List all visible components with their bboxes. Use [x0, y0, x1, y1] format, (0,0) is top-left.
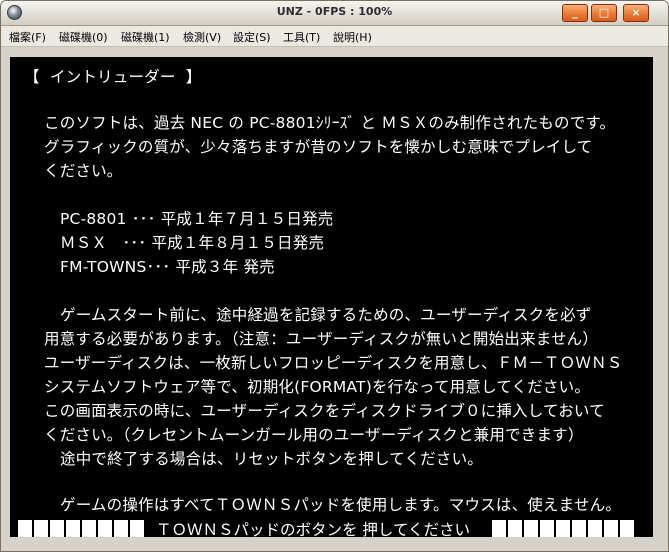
screen-line: ゲームスタート前に、途中経過を記録するための、ユーザーディスクを必ず	[60, 306, 592, 324]
application-window: UNZ - 0FPS : 100% _ □ × 檔案(F) 磁碟機(0) 磁碟機…	[0, 0, 669, 552]
menu-drive-0[interactable]: 磁碟機(0)	[59, 29, 108, 45]
prompt-blocks-right	[492, 520, 636, 537]
screen-line: 用意する必要があります。（注意：ユーザーディスクが無いと開始出来ません）	[44, 330, 599, 348]
menu-file[interactable]: 檔案(F)	[9, 29, 46, 45]
screen-heading: 【 イントリューダー 】	[24, 68, 202, 86]
screen-line: この画面表示の時に、ユーザーディスクをディスクドライブ０に挿入しておいて	[44, 402, 605, 420]
prompt-blocks-left	[18, 520, 146, 537]
screen-line: ゲームの操作はすべてＴＯＷＮＳパッドを使用します。マウスは、使えません。	[60, 496, 622, 514]
menu-detect[interactable]: 檢測(V)	[183, 29, 221, 45]
emulator-screen[interactable]: 【 イントリューダー 】 このソフトは、過去 NEC の PC-8801ｼﾘｰｽ…	[10, 57, 653, 537]
press-button-prompt: ＴＯＷＮＳパッドのボタンを 押してください	[156, 521, 470, 537]
screen-line: 途中で終了する場合は、リセットボタンを押してください。	[60, 450, 483, 468]
screen-line: グラフィックの質が、少々落ちますが昔のソフトを懐かしむ意味でプレイして	[44, 138, 593, 156]
release-msx: ＭＳＸ ･･･ 平成１年８月１５日発売	[60, 234, 325, 252]
screen-line: このソフトは、過去 NEC の PC-8801ｼﾘｰｽﾞ と ＭＳＸのみ制作され…	[44, 114, 616, 132]
minimize-button[interactable]: _	[562, 4, 588, 22]
release-pc8801: PC-8801 ･･･ 平成１年７月１５日発売	[60, 210, 334, 228]
menu-bar: 檔案(F) 磁碟機(0) 磁碟機(1) 檢測(V) 設定(S) 工具(T) 說明…	[1, 26, 668, 47]
release-fmtowns: FM-TOWNS･･･ 平成３年 発売	[60, 258, 275, 276]
screen-line: ください。	[44, 162, 123, 180]
screen-line: システムソフトウェア等で、初期化(FORMAT)を行なって用意してください。	[44, 378, 591, 396]
menu-drive-1[interactable]: 磁碟機(1)	[121, 29, 170, 45]
screen-line: ユーザーディスクは、一枚新しいフロッピーディスクを用意し、ＦＭ－ＴＯＷＮＳ	[44, 354, 623, 372]
maximize-button[interactable]: □	[591, 4, 617, 22]
menu-help[interactable]: 說明(H)	[333, 29, 372, 45]
window-bottom-border	[1, 541, 668, 551]
screen-line: ください。（クレセントムーンガール用のユーザーディスクと兼用できます）	[44, 426, 584, 444]
menu-tools[interactable]: 工具(T)	[283, 29, 320, 45]
close-button[interactable]: ×	[623, 4, 649, 22]
title-bar[interactable]: UNZ - 0FPS : 100% _ □ ×	[1, 1, 668, 26]
menu-settings[interactable]: 設定(S)	[233, 29, 271, 45]
